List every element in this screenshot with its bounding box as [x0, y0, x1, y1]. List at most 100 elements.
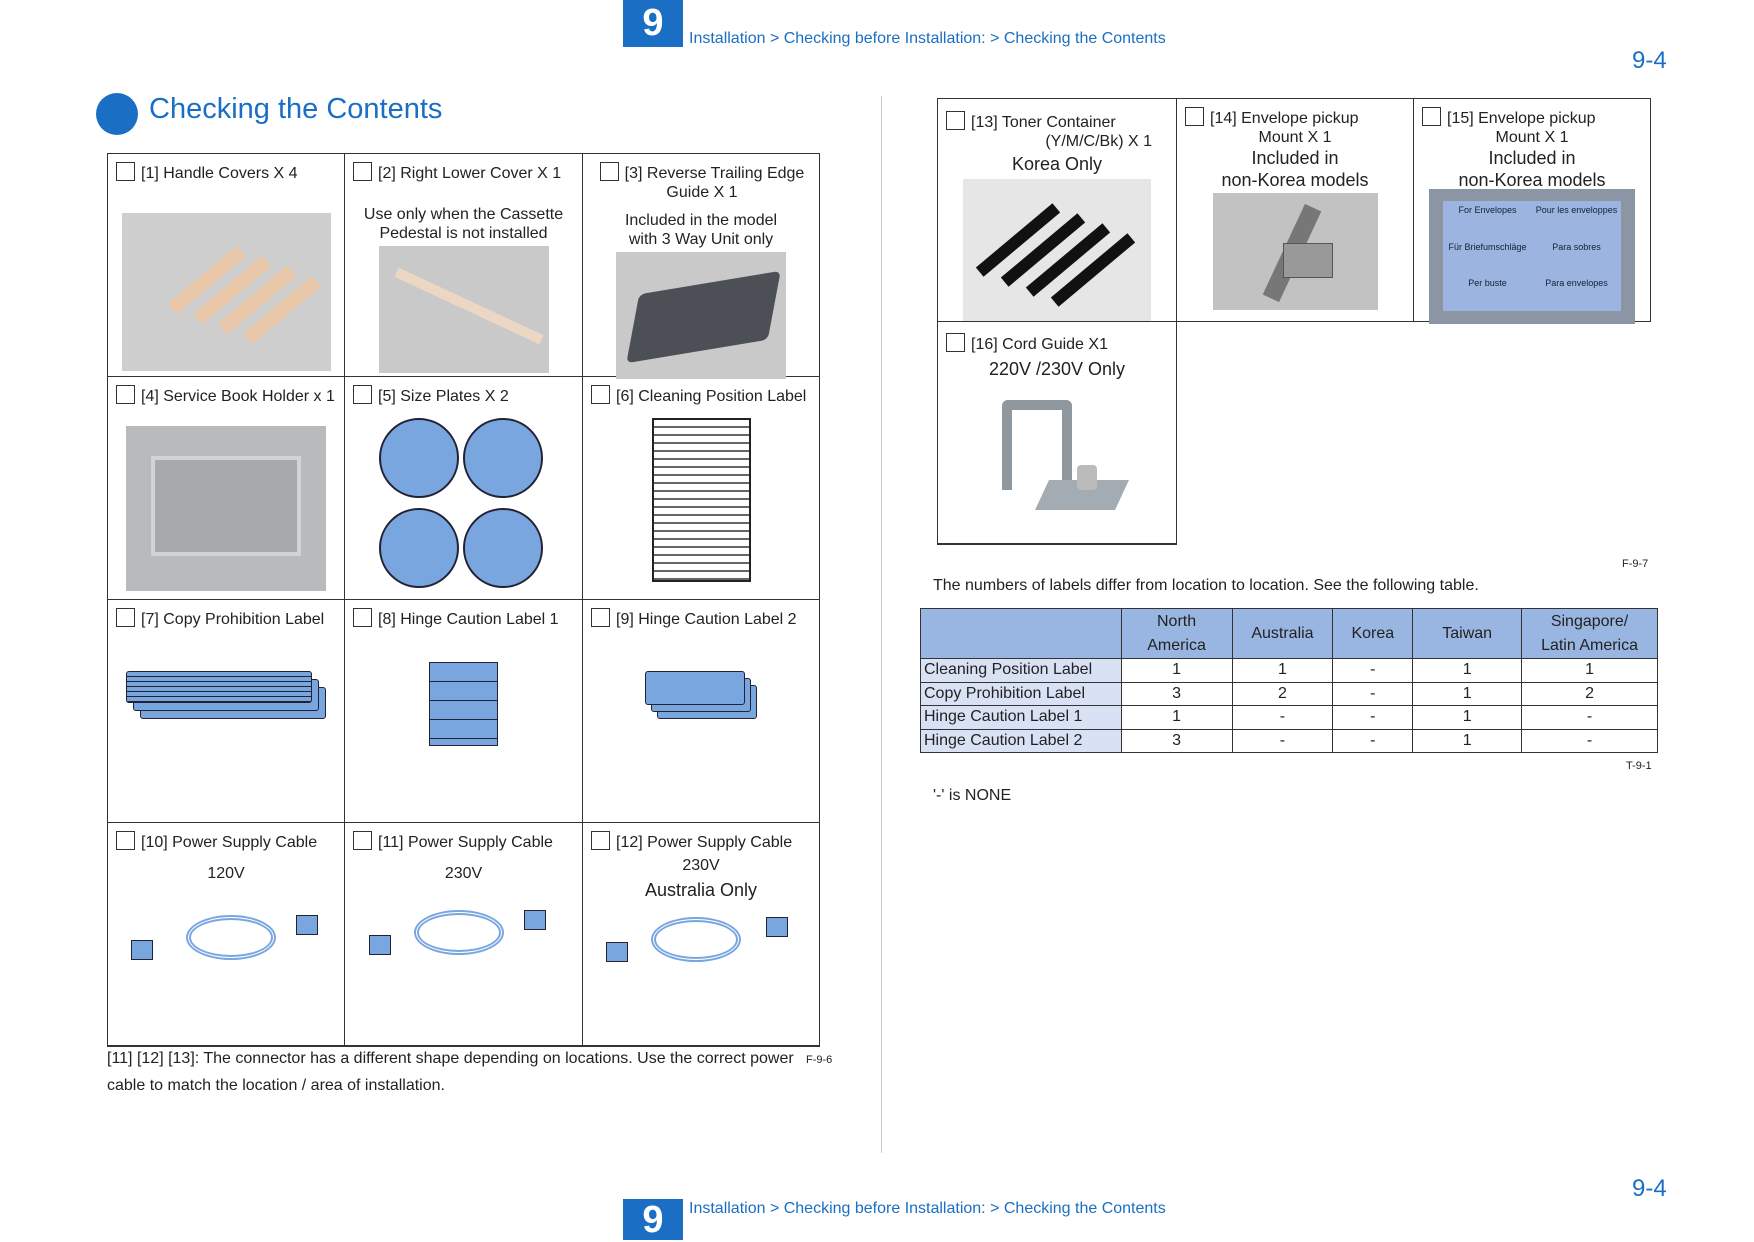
envelope-label-text: Für Briefumschläge: [1448, 241, 1527, 252]
table-header-row: North America Australia Korea Taiwan Sin…: [920, 608, 1658, 659]
hinge-caution-label-1-image: [429, 662, 498, 746]
power-cable-image: [601, 907, 801, 977]
row-header: Copy Prohibition Label: [920, 681, 1122, 706]
item-note: Included in the model with 3 Way Unit on…: [624, 212, 778, 248]
item-label-cont: Mount X 1: [1495, 129, 1569, 146]
checkbox[interactable]: [116, 831, 135, 850]
column-divider: [881, 96, 882, 1153]
column-header: [920, 608, 1122, 659]
item-voltage: 230V: [682, 857, 720, 874]
table-cell: -: [1332, 658, 1414, 683]
item-toner-container: [13] Toner Container (Y/M/C/Bk) X 1 Kore…: [938, 99, 1177, 322]
table-cell: 3: [1120, 728, 1233, 753]
checkbox[interactable]: [599, 162, 619, 181]
item-label: [4] Service Book Holder x 1: [141, 388, 335, 405]
envelope-label-text: Para sobres: [1552, 241, 1601, 252]
row-header: Cleaning Position Label: [920, 658, 1122, 683]
table-cell: -: [1231, 728, 1334, 753]
table-intro: The numbers of labels differ from locati…: [933, 577, 1479, 594]
row-header: Hinge Caution Label 1: [920, 705, 1122, 730]
footer-page-number: 9-4: [1632, 1175, 1667, 1202]
figure-id-left: F-9-6: [806, 1054, 833, 1066]
envelope-label-image: For Envelopes Pour les enveloppes Für Br…: [1429, 189, 1635, 324]
item-copy-prohibition-label: [7] Copy Prohibition Label: [108, 600, 345, 823]
trailing-edge-guide-image: [616, 252, 786, 379]
cleaning-label-image: [651, 418, 751, 582]
item-cleaning-position-label: [6] Cleaning Position Label: [583, 377, 820, 600]
item-label: [10] Power Supply Cable: [141, 834, 318, 851]
item-note: non-Korea models: [1458, 170, 1606, 190]
checkbox[interactable]: [353, 608, 372, 627]
checkbox[interactable]: [353, 385, 372, 404]
empty-area: [1177, 322, 1652, 545]
size-plates-image: [378, 418, 549, 593]
table-cell: -: [1521, 705, 1658, 730]
table-cell: 1: [1412, 705, 1523, 730]
envelope-label-text: Per buste: [1468, 278, 1507, 289]
table-cell: -: [1332, 705, 1414, 730]
checkbox[interactable]: [946, 111, 965, 130]
item-label: [3] Reverse Trailing Edge Guide X 1: [624, 165, 805, 201]
item-label: [13] Toner Container: [971, 114, 1116, 131]
item-label-cont: (Y/M/C/Bk) X 1: [1045, 133, 1152, 150]
item-region: Korea Only: [1011, 154, 1103, 174]
checkbox[interactable]: [1422, 107, 1441, 126]
checkbox[interactable]: [116, 608, 135, 627]
item-note: Use only when the Cassette Pedestal is n…: [363, 206, 564, 242]
column-header: North America: [1120, 608, 1233, 659]
footer-chapter-badge: 9: [623, 1199, 683, 1241]
chapter-badge: 9: [623, 0, 683, 47]
column-header: Taiwan: [1412, 608, 1523, 659]
checkbox[interactable]: [591, 831, 610, 850]
item-right-lower-cover: [2] Right Lower Cover X 1 Use only when …: [345, 154, 583, 377]
table-cell: -: [1521, 728, 1658, 753]
footer-breadcrumb[interactable]: Installation > Checking before Installat…: [689, 1200, 1166, 1218]
checkbox[interactable]: [591, 385, 610, 404]
item-power-cable-230v-australia: [12] Power Supply Cable 230V Australia O…: [583, 823, 820, 1046]
item-voltage: 230V: [444, 865, 483, 882]
contents-grid-left: [1] Handle Covers X 4 [2] Right Lower Co…: [107, 153, 820, 1047]
contents-grid-right: [13] Toner Container (Y/M/C/Bk) X 1 Kore…: [937, 98, 1652, 545]
envelope-label-text: For Envelopes: [1458, 205, 1517, 215]
item-label: [6] Cleaning Position Label: [616, 388, 807, 405]
item-label: [12] Power Supply Cable: [616, 834, 793, 851]
breadcrumb[interactable]: Installation > Checking before Installat…: [689, 30, 1166, 48]
checkbox[interactable]: [591, 608, 610, 627]
item-cord-guide: [16] Cord Guide X1 220V /230V Only: [938, 322, 1177, 544]
item-label: [9] Hinge Caution Label 2: [616, 611, 797, 628]
item-label: [5] Size Plates X 2: [378, 388, 509, 405]
table-cell: -: [1332, 681, 1414, 706]
checkbox[interactable]: [116, 385, 135, 404]
envelope-label-text: Pour les enveloppes: [1535, 205, 1618, 215]
connector-note: [11] [12] [13]: The connector has a diff…: [107, 1050, 794, 1094]
item-label: [1] Handle Covers X 4: [141, 165, 298, 182]
envelope-label-text: Para envelopes: [1545, 278, 1608, 289]
item-note: non-Korea models: [1221, 170, 1369, 190]
item-label: [2] Right Lower Cover X 1: [378, 165, 562, 182]
service-book-holder-image: [126, 426, 326, 591]
checkbox[interactable]: [116, 162, 135, 181]
table-cell: 1: [1231, 658, 1334, 683]
table-note: '-' is NONE: [933, 787, 1012, 804]
envelope-mount-image: [1212, 193, 1378, 310]
table-cell: 1: [1120, 705, 1233, 730]
item-hinge-caution-label-2: [9] Hinge Caution Label 2: [583, 600, 820, 823]
label-count-table: North America Australia Korea Taiwan Sin…: [920, 608, 1658, 753]
checkbox[interactable]: [353, 831, 372, 850]
item-service-book-holder: [4] Service Book Holder x 1: [108, 377, 345, 600]
item-label: [15] Envelope pickup: [1447, 110, 1596, 127]
power-cable-image: [126, 905, 326, 975]
item-label: [11] Power Supply Cable: [378, 834, 553, 851]
table-id: T-9-1: [1626, 760, 1652, 772]
page-title: Checking the Contents: [149, 93, 443, 125]
checkbox[interactable]: [946, 333, 965, 352]
checkbox[interactable]: [1185, 107, 1204, 126]
item-label: [14] Envelope pickup: [1210, 110, 1359, 127]
item-label: [16] Cord Guide X1: [971, 336, 1108, 353]
item-label: [7] Copy Prohibition Label: [141, 611, 325, 628]
table-cell: 1: [1120, 658, 1233, 683]
checkbox[interactable]: [353, 162, 372, 181]
row-header: Hinge Caution Label 2: [920, 728, 1122, 753]
item-reverse-trailing-edge-guide: [3] Reverse Trailing Edge Guide X 1 Incl…: [583, 154, 820, 379]
item-envelope-mount-1: [14] Envelope pickup Mount X 1 Included …: [1177, 99, 1414, 322]
